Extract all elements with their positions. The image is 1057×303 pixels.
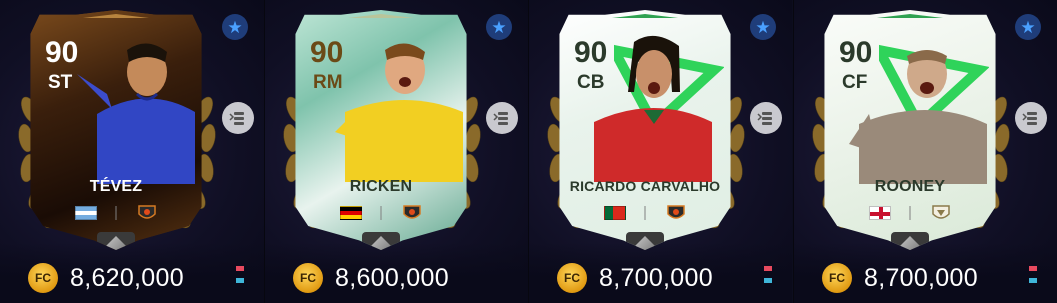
star-icon: ★ <box>222 14 248 40</box>
price-row: FC 8,700,000 <box>822 262 978 294</box>
player-name: ROONEY <box>874 178 946 195</box>
divider <box>115 206 117 220</box>
price-trend-icon <box>1029 266 1037 288</box>
player-position: ST <box>48 72 73 93</box>
price-trend-icon <box>236 266 244 288</box>
star-icon: ★ <box>750 14 776 40</box>
star-icon: ★ <box>486 14 512 40</box>
player-card[interactable]: 90 CF ROONEY <box>824 10 996 250</box>
flag-england-icon <box>869 206 891 220</box>
player-position: RM <box>313 72 343 93</box>
club-badge-icon <box>667 205 685 219</box>
fc-coin-icon: FC <box>293 263 323 293</box>
fc-coin-icon: FC <box>822 263 852 293</box>
flag-argentina-icon <box>75 206 97 220</box>
player-price: 8,700,000 <box>599 263 713 292</box>
swap-icon[interactable] <box>222 102 254 134</box>
swap-icon[interactable] <box>750 102 782 134</box>
price-row: FC 8,700,000 <box>557 262 713 294</box>
fc-coin-icon: FC <box>28 263 58 293</box>
player-name: TÉVEZ <box>89 178 143 195</box>
player-portrait <box>335 32 465 182</box>
club-badge-icon <box>138 205 156 219</box>
divider <box>909 206 911 220</box>
player-rating: 90 <box>574 36 608 69</box>
swap-icon[interactable] <box>1015 102 1047 134</box>
flag-germany-icon <box>340 206 362 220</box>
price-row: FC 8,620,000 <box>28 262 184 294</box>
price-trend-icon <box>764 266 772 288</box>
club-badge-icon <box>932 205 950 219</box>
player-name: RICARDO CARVALHO <box>569 178 721 194</box>
player-name: RICKEN <box>349 178 413 195</box>
divider <box>380 206 382 220</box>
player-price: 8,620,000 <box>70 263 184 292</box>
flag-portugal-icon <box>604 206 626 220</box>
player-price: 8,700,000 <box>864 263 978 292</box>
player-rating: 90 <box>839 36 873 69</box>
price-row: FC 8,600,000 <box>293 262 449 294</box>
player-rating: 90 <box>45 36 79 69</box>
player-rating: 90 <box>310 36 344 69</box>
star-icon: ★ <box>1015 14 1041 40</box>
player-card[interactable]: 90 CB RICARDO CARVALHO <box>559 10 731 250</box>
player-position: CF <box>842 72 868 93</box>
player-market-grid: 90 ST TÉVEZ ★ FC 8,620,000 90 RM RICKEN … <box>0 0 1057 303</box>
player-card[interactable]: 90 ST TÉVEZ <box>30 10 202 250</box>
swap-icon[interactable] <box>486 102 518 134</box>
player-card[interactable]: 90 RM RICKEN <box>295 10 467 250</box>
player-portrait <box>77 34 197 184</box>
player-tile-tevez[interactable]: 90 ST TÉVEZ ★ FC 8,620,000 <box>0 0 264 303</box>
player-position: CB <box>577 72 605 93</box>
fc-coin-icon: FC <box>557 263 587 293</box>
player-price: 8,600,000 <box>335 263 449 292</box>
club-badge-icon <box>403 205 421 219</box>
player-tile-carvalho[interactable]: 90 CB RICARDO CARVALHO ★ FC 8,700,000 <box>528 0 792 303</box>
divider <box>644 206 646 220</box>
player-tile-ricken[interactable]: 90 RM RICKEN ★ FC 8,600,000 <box>264 0 528 303</box>
player-tile-rooney[interactable]: 90 CF ROONEY ★ FC 8,700,000 <box>793 0 1057 303</box>
